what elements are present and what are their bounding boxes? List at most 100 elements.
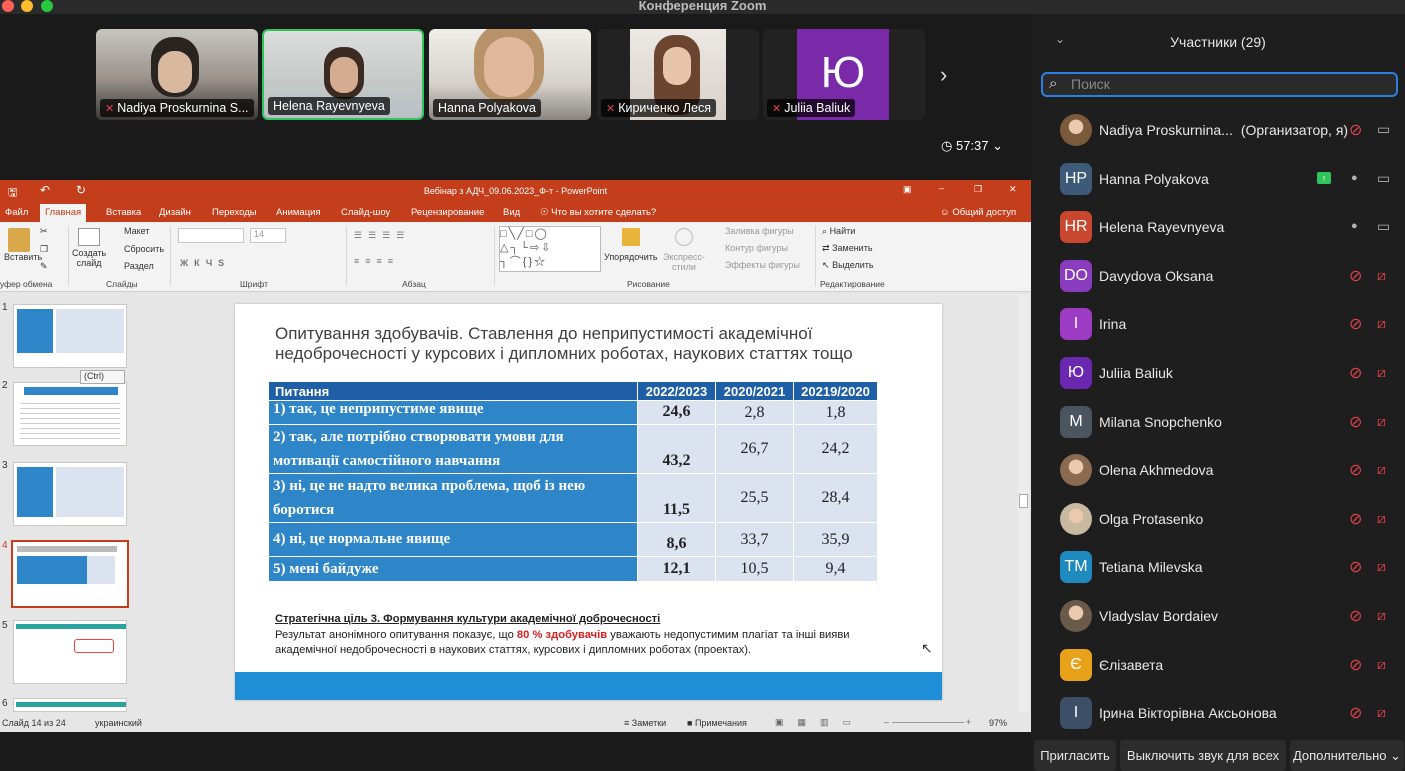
participant-row[interactable]: M Milana Snopchenko ⊘ ⧄: [1031, 399, 1405, 447]
mic-muted-icon[interactable]: ⊘: [1349, 703, 1362, 723]
paste-button[interactable]: Вставить: [4, 228, 42, 262]
camera-off-icon[interactable]: ⧄: [1377, 704, 1386, 721]
participant-row[interactable]: Vladyslav Bordaiev ⊘ ⧄: [1031, 593, 1405, 641]
mic-icon[interactable]: ●: [1351, 220, 1358, 232]
slide-canvas[interactable]: Опитування здобувачів. Ставлення до непр…: [235, 304, 942, 700]
camera-off-icon[interactable]: ⧄: [1377, 510, 1386, 527]
shape-effects-button[interactable]: Эффекты фигуры: [725, 260, 800, 270]
camera-off-icon[interactable]: ⧄: [1377, 656, 1386, 673]
participant-row[interactable]: DO Davydova Oksana ⊘ ⧄: [1031, 253, 1405, 301]
participant-row[interactable]: TM Tetiana Milevska ⊘ ⧄: [1031, 544, 1405, 592]
mic-muted-icon[interactable]: ⊘: [1349, 120, 1362, 140]
slide-thumbnail[interactable]: [13, 698, 127, 712]
slide-thumbnail[interactable]: [13, 382, 127, 446]
camera-off-icon[interactable]: ⧄: [1377, 413, 1386, 430]
zoom-slider[interactable]: – +: [884, 717, 971, 727]
mic-muted-icon[interactable]: ⊘: [1349, 266, 1362, 286]
new-slide-button[interactable]: Создать слайд: [72, 228, 106, 268]
language-indicator[interactable]: украинский: [95, 718, 142, 728]
video-tile[interactable]: ✕ Кириченко Леся: [597, 29, 759, 120]
participant-row[interactable]: I Irina ⊘ ⧄: [1031, 301, 1405, 349]
find-button[interactable]: ⌕ Найти: [822, 226, 855, 237]
camera-off-icon[interactable]: ⧄: [1377, 364, 1386, 381]
align-icons[interactable]: ≡≡≡≡: [354, 256, 399, 266]
tab-animation[interactable]: Анимация: [276, 207, 321, 218]
participant-row[interactable]: Ю Juliia Baliuk ⊘ ⧄: [1031, 350, 1405, 398]
tab-insert[interactable]: Вставка: [106, 207, 141, 218]
select-button[interactable]: ↖ Выделить: [822, 260, 874, 271]
participant-row[interactable]: Є Єлізавета ⊘ ⧄: [1031, 642, 1405, 690]
share-button[interactable]: ☺ Общий доступ: [940, 207, 1016, 218]
participant-row[interactable]: Olga Protasenko ⊘ ⧄: [1031, 496, 1405, 544]
next-page-arrow-icon[interactable]: ›: [940, 62, 947, 88]
mute-all-button[interactable]: Выключить звук для всех: [1120, 740, 1286, 771]
invite-button[interactable]: Пригласить: [1034, 740, 1116, 771]
camera-off-icon[interactable]: ⧄: [1377, 607, 1386, 624]
camera-icon[interactable]: ▭: [1377, 170, 1390, 187]
video-tile[interactable]: Hanna Polyakova: [429, 29, 591, 120]
view-buttons[interactable]: ▣▦▥▭: [775, 717, 865, 728]
notes-button[interactable]: ≡ Заметки: [624, 718, 666, 728]
camera-icon[interactable]: ▭: [1377, 218, 1390, 235]
tab-view[interactable]: Вид: [503, 207, 520, 218]
mic-muted-icon[interactable]: ⊘: [1349, 557, 1362, 577]
mic-muted-icon[interactable]: ⊘: [1349, 655, 1362, 675]
participant-row[interactable]: HR Helena Rayevnyeva ● ▭: [1031, 204, 1405, 252]
ribbon-display-icon[interactable]: ▣: [903, 184, 912, 195]
video-tile[interactable]: ✕ Nadiya Proskurnina S...: [96, 29, 258, 120]
format-painter-icon[interactable]: ✎: [40, 261, 48, 272]
camera-off-icon[interactable]: ⧄: [1377, 558, 1386, 575]
reset-button[interactable]: Сбросить: [124, 244, 164, 254]
camera-off-icon[interactable]: ⧄: [1377, 315, 1386, 332]
shapes-gallery[interactable]: □╲╱□◯ △┐└⇨⇩ ┐⌒{}☆: [499, 226, 601, 272]
tell-me-box[interactable]: ☉ Что вы хотите сделать?: [540, 207, 656, 218]
participant-row[interactable]: HP Hanna Polyakova ↑ ● ▭: [1031, 156, 1405, 204]
tab-review[interactable]: Рецензирование: [411, 207, 484, 218]
replace-button[interactable]: ⇄ Заменить: [822, 243, 873, 254]
participant-row[interactable]: І Ірина Вікторівна Аксьонова ⊘ ⧄: [1031, 690, 1405, 738]
close-icon[interactable]: ✕: [1009, 184, 1017, 195]
font-name-select[interactable]: [178, 228, 244, 243]
quick-styles-button[interactable]: Экспресс-стили: [663, 228, 705, 272]
camera-off-icon[interactable]: ⧄: [1377, 267, 1386, 284]
meeting-timer[interactable]: ◷ 57:37 ⌄: [941, 138, 1003, 154]
cut-icon[interactable]: ✂: [40, 226, 48, 237]
zoom-level[interactable]: 97%: [989, 718, 1007, 728]
mic-muted-icon[interactable]: ⊘: [1349, 509, 1362, 529]
participants-search-input[interactable]: ⌕ Поиск: [1041, 72, 1398, 97]
mic-icon[interactable]: ●: [1351, 172, 1358, 184]
font-format-icons[interactable]: ЖКЧS: [180, 258, 230, 268]
arrange-button[interactable]: Упорядочить: [604, 228, 658, 262]
participant-row[interactable]: Nadiya Proskurnina... (Организатор, я) ⊘ ▭: [1031, 107, 1405, 155]
video-tile[interactable]: Ю ✕ Juliia Baliuk: [763, 29, 925, 120]
font-size-select[interactable]: 14: [250, 228, 286, 243]
tab-transitions[interactable]: Переходы: [212, 207, 257, 218]
shape-fill-button[interactable]: Заливка фигуры: [725, 226, 794, 236]
comments-button[interactable]: ■ Примечания: [687, 718, 747, 728]
mic-muted-icon[interactable]: ⊘: [1349, 412, 1362, 432]
camera-off-icon[interactable]: ⧄: [1377, 461, 1386, 478]
bullets-icon[interactable]: ☰☰☰☰: [354, 230, 410, 241]
layout-button[interactable]: Макет: [124, 226, 149, 236]
tab-slideshow[interactable]: Слайд-шоу: [341, 207, 390, 218]
shape-outline-button[interactable]: Контур фигуры: [725, 243, 788, 253]
slide-thumbnail-selected[interactable]: [11, 540, 129, 608]
slide-thumbnail[interactable]: [13, 462, 127, 526]
camera-icon[interactable]: ▭: [1377, 121, 1390, 138]
section-button[interactable]: Раздел: [124, 261, 154, 271]
video-tile-active-speaker[interactable]: Helena Rayevnyeva: [262, 29, 424, 120]
participant-row[interactable]: Olena Akhmedova ⊘ ⧄: [1031, 447, 1405, 495]
more-button[interactable]: Дополнительно ⌄: [1290, 740, 1404, 771]
minimize-icon[interactable]: –: [939, 183, 944, 193]
mic-muted-icon[interactable]: ⊘: [1349, 606, 1362, 626]
vertical-scrollbar[interactable]: [1018, 294, 1029, 712]
restore-icon[interactable]: ❐: [974, 184, 982, 195]
paste-options-tag[interactable]: (Ctrl): [80, 370, 125, 384]
tab-home[interactable]: Главная: [40, 204, 87, 222]
mic-muted-icon[interactable]: ⊘: [1349, 460, 1362, 480]
tab-design[interactable]: Дизайн: [159, 207, 191, 218]
tab-file[interactable]: Файл: [5, 207, 28, 218]
mic-muted-icon[interactable]: ⊘: [1349, 314, 1362, 334]
slide-thumbnail[interactable]: [13, 620, 127, 684]
copy-icon[interactable]: ❐: [40, 244, 48, 255]
